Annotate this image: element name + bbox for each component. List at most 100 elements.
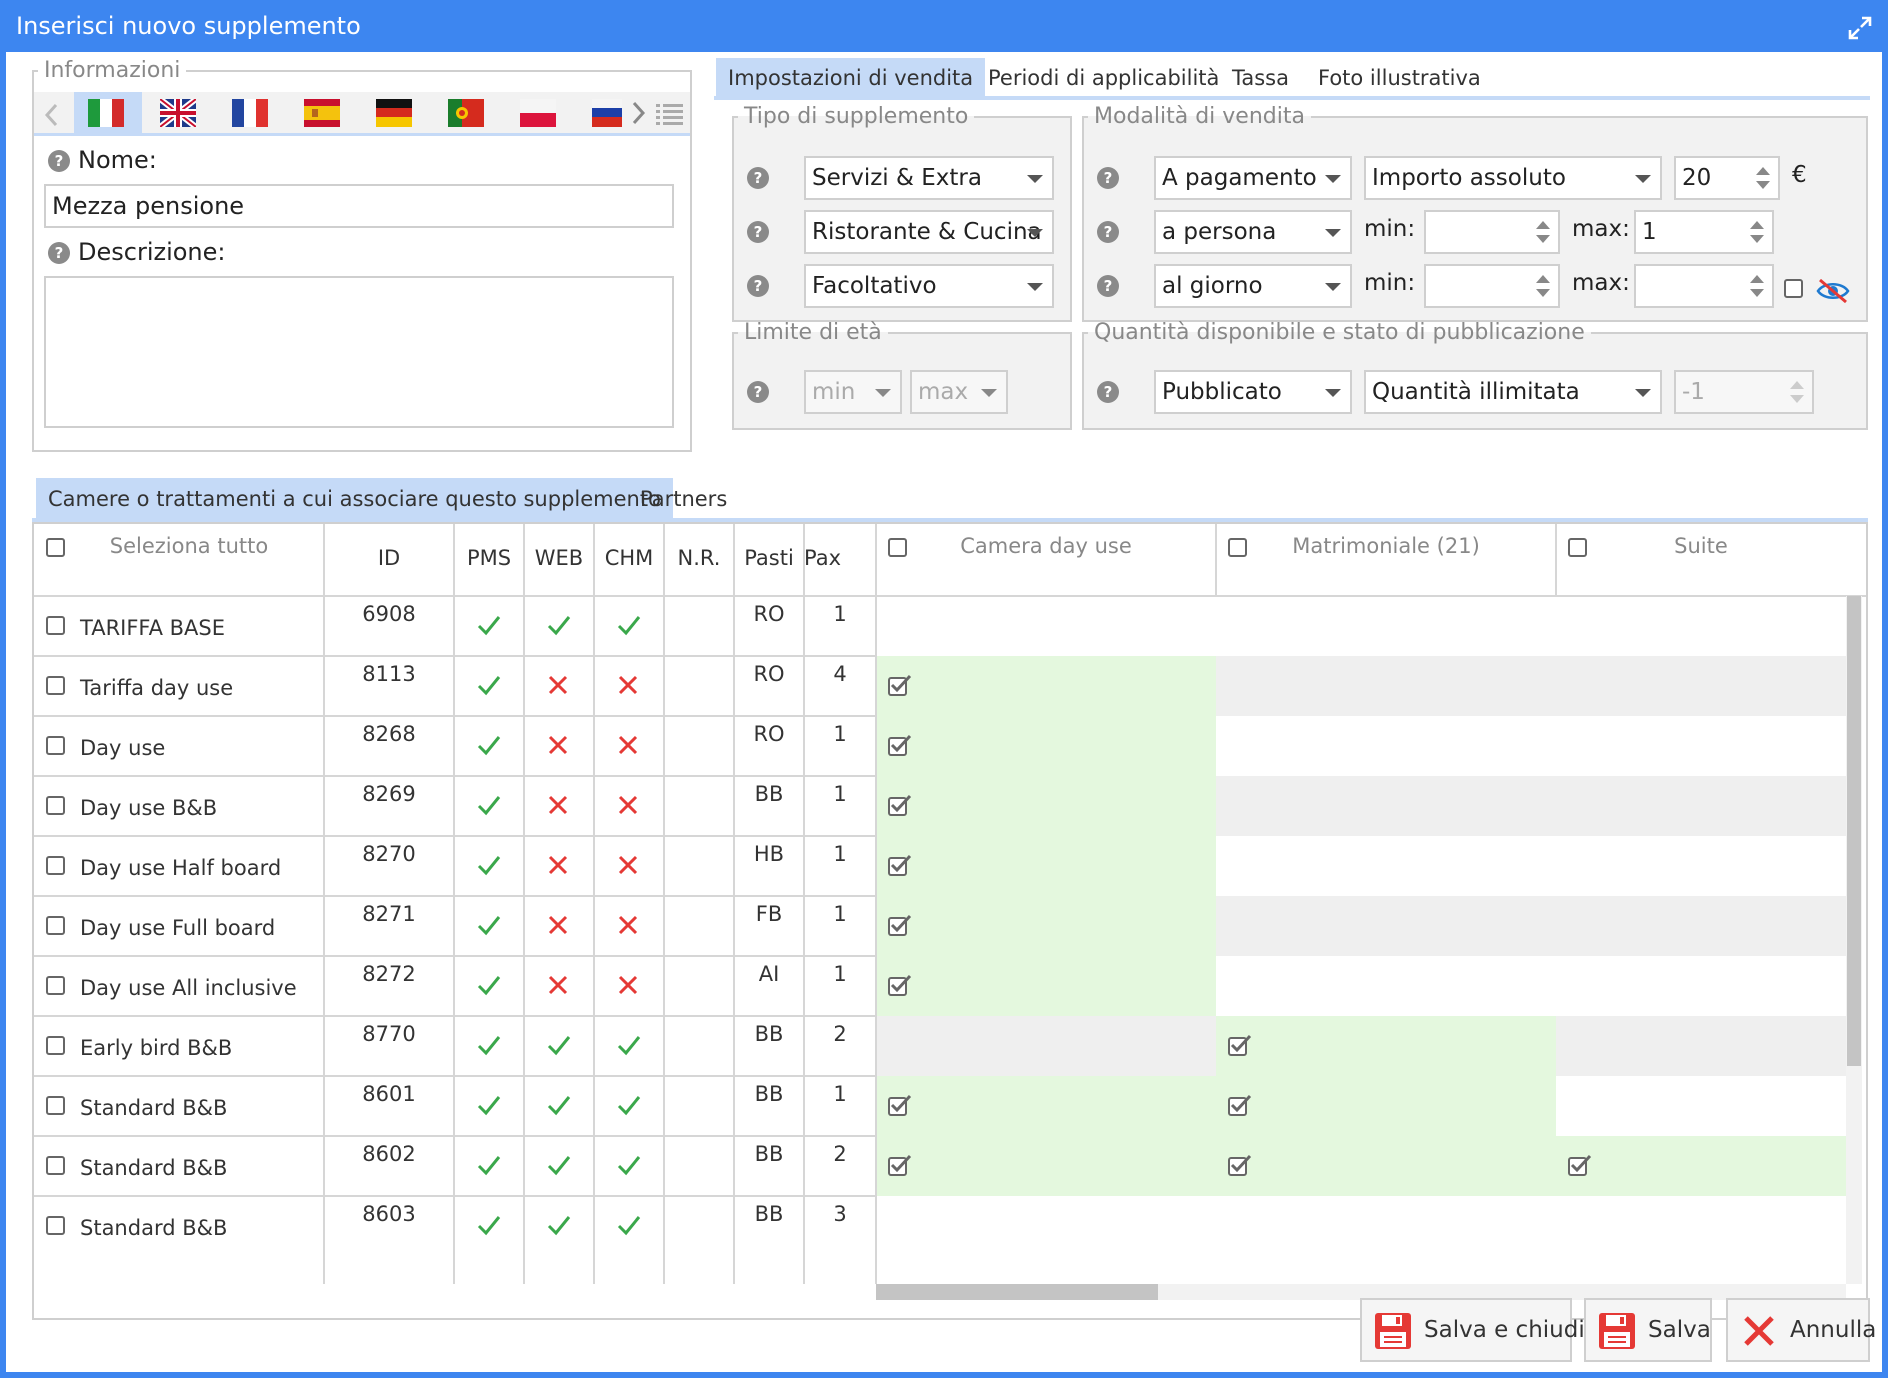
help-icon[interactable]: ? — [1097, 275, 1119, 297]
row-checkbox[interactable] — [46, 736, 65, 755]
tab-camere-trattamenti[interactable]: Camere o trattamenti a cui associare que… — [36, 478, 673, 520]
save-button[interactable]: Salva — [1584, 1298, 1712, 1362]
cross-icon — [547, 854, 569, 876]
room-checkbox-checked[interactable] — [888, 854, 912, 876]
rate-meals: HB — [753, 842, 785, 866]
rate-pax: 2 — [833, 1022, 847, 1046]
age-min-select[interactable]: min — [804, 370, 902, 414]
frequency-select[interactable]: al giorno — [1154, 264, 1352, 308]
rate-id: 8269 — [362, 782, 416, 806]
per-min-input[interactable] — [1424, 210, 1560, 254]
help-icon[interactable]: ? — [48, 150, 70, 172]
row-checkbox[interactable] — [46, 796, 65, 815]
room-cell-bg — [876, 1016, 1216, 1076]
tab-tassa[interactable]: Tassa — [1220, 58, 1301, 98]
tab-impostazioni-vendita[interactable]: Impostazioni di vendita — [716, 58, 986, 98]
row-checkbox[interactable] — [46, 1096, 65, 1115]
room-checkbox-checked[interactable] — [888, 794, 912, 816]
help-icon[interactable]: ? — [1097, 167, 1119, 189]
help-icon[interactable]: ? — [747, 381, 769, 403]
spin-up-icon[interactable] — [1790, 381, 1804, 389]
help-icon[interactable]: ? — [747, 167, 769, 189]
maximize-icon[interactable] — [1846, 14, 1874, 42]
row-checkbox[interactable] — [46, 616, 65, 635]
spin-up-icon[interactable] — [1536, 275, 1550, 283]
chevron-left-icon[interactable] — [42, 102, 62, 128]
amount-input[interactable]: 20 — [1674, 156, 1780, 200]
horizontal-scrollbar-thumb[interactable] — [876, 1284, 1158, 1300]
publish-status-select[interactable]: Pubblicato — [1154, 370, 1352, 414]
spin-down-icon[interactable] — [1536, 235, 1550, 243]
age-max-select[interactable]: max — [910, 370, 1008, 414]
flag-ru-icon[interactable] — [592, 99, 622, 127]
room-checkbox-checked[interactable] — [888, 974, 912, 996]
spin-down-icon[interactable] — [1536, 289, 1550, 297]
eye-hidden-icon[interactable] — [1816, 278, 1850, 304]
flag-de-icon[interactable] — [376, 99, 412, 127]
spin-up-icon[interactable] — [1536, 221, 1550, 229]
row-checkbox[interactable] — [46, 1156, 65, 1175]
room-checkbox-checked[interactable] — [888, 734, 912, 756]
room-checkbox-checked[interactable] — [1228, 1034, 1252, 1056]
amount-type-select[interactable]: Importo assoluto — [1364, 156, 1662, 200]
rate-pax: 1 — [833, 722, 847, 746]
spin-down-icon[interactable] — [1750, 289, 1764, 297]
row-checkbox[interactable] — [46, 976, 65, 995]
room-checkbox-checked[interactable] — [1568, 1154, 1592, 1176]
payment-select[interactable]: A pagamento — [1154, 156, 1352, 200]
room-checkbox-checked[interactable] — [888, 914, 912, 936]
help-icon[interactable]: ? — [1097, 221, 1119, 243]
help-icon[interactable]: ? — [747, 221, 769, 243]
help-icon[interactable]: ? — [48, 242, 70, 264]
freq-min-input[interactable] — [1424, 264, 1560, 308]
row-checkbox[interactable] — [46, 856, 65, 875]
per-select[interactable]: a persona — [1154, 210, 1352, 254]
tab-periodi[interactable]: Periodi di applicabilità — [976, 58, 1231, 98]
rate-name: Day use Half board — [80, 856, 282, 880]
spin-up-icon[interactable] — [1756, 167, 1770, 175]
quantity-input[interactable]: -1 — [1674, 370, 1814, 414]
spin-down-icon[interactable] — [1756, 181, 1770, 189]
row-checkbox[interactable] — [46, 1036, 65, 1055]
save-close-button[interactable]: Salva e chiudi — [1360, 1298, 1585, 1362]
room-column-header: Matrimoniale (21) — [1292, 534, 1480, 558]
check-icon — [617, 614, 641, 636]
language-list-icon[interactable] — [656, 102, 684, 126]
per-max-input[interactable]: 1 — [1634, 210, 1774, 254]
help-icon[interactable]: ? — [747, 275, 769, 297]
room-checkbox-checked[interactable] — [888, 674, 912, 696]
tab-foto[interactable]: Foto illustrativa — [1306, 58, 1493, 98]
spin-up-icon[interactable] — [1750, 221, 1764, 229]
vertical-scrollbar-thumb[interactable] — [1847, 596, 1861, 1066]
description-textarea[interactable] — [44, 276, 674, 428]
flag-it-icon[interactable] — [88, 99, 124, 127]
spin-down-icon[interactable] — [1790, 395, 1804, 403]
name-input[interactable]: Mezza pensione — [44, 184, 674, 228]
cancel-button[interactable]: Annulla — [1726, 1298, 1876, 1362]
row-checkbox[interactable] — [46, 1216, 65, 1235]
room-checkbox-checked[interactable] — [1228, 1094, 1252, 1116]
rate-id: 8770 — [362, 1022, 416, 1046]
flag-es-icon[interactable] — [304, 99, 340, 127]
flag-pl-icon[interactable] — [520, 99, 556, 127]
freq-max-input[interactable] — [1634, 264, 1774, 308]
hide-checkbox[interactable] — [1784, 279, 1803, 298]
tab-partners[interactable]: Partners — [628, 479, 739, 519]
flag-fr-icon[interactable] — [232, 99, 268, 127]
flag-pt-icon[interactable] — [448, 99, 484, 127]
room-checkbox-checked[interactable] — [888, 1094, 912, 1116]
help-icon[interactable]: ? — [1097, 381, 1119, 403]
tipo-optional-select[interactable]: Facoltativo — [804, 264, 1054, 308]
room-checkbox-checked[interactable] — [1228, 1154, 1252, 1176]
row-checkbox[interactable] — [46, 676, 65, 695]
spin-down-icon[interactable] — [1750, 235, 1764, 243]
flag-en-icon[interactable] — [160, 99, 196, 127]
chevron-right-icon[interactable] — [628, 100, 648, 126]
row-checkbox[interactable] — [46, 916, 65, 935]
grid-row-divider — [34, 955, 876, 957]
room-checkbox-checked[interactable] — [888, 1154, 912, 1176]
tipo-category-select[interactable]: Servizi & Extra — [804, 156, 1054, 200]
tipo-subcategory-select[interactable]: Ristorante & Cucina — [804, 210, 1054, 254]
spin-up-icon[interactable] — [1750, 275, 1764, 283]
quantity-type-select[interactable]: Quantità illimitata — [1364, 370, 1662, 414]
